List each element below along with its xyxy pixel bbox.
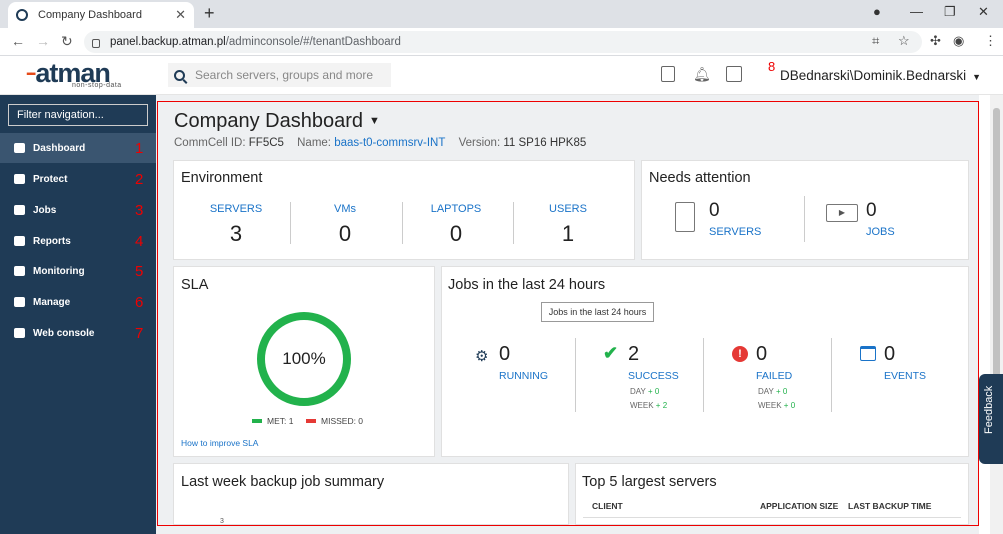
monitor-icon bbox=[14, 266, 25, 276]
restore-button[interactable]: ❐ bbox=[944, 4, 956, 20]
annotation-marker: 2 bbox=[135, 170, 144, 188]
new-tab-button[interactable]: + bbox=[204, 3, 215, 24]
site-favicon-icon bbox=[16, 9, 28, 21]
sidebar-item-protect[interactable]: Protect 2 bbox=[0, 164, 156, 194]
globe-icon bbox=[14, 328, 25, 338]
annotation-marker: 3 bbox=[135, 201, 144, 219]
storage-icon[interactable] bbox=[661, 66, 675, 82]
sliders-icon bbox=[14, 297, 25, 307]
sidebar-item-dashboard[interactable]: Dashboard 1 bbox=[0, 133, 156, 163]
url-field[interactable]: panel.backup.atman.pl/adminconsole/#/ten… bbox=[84, 31, 922, 53]
url-path: /adminconsole/#/tenantDashboard bbox=[225, 36, 401, 48]
profile-card-icon[interactable] bbox=[726, 66, 742, 82]
translate-icon[interactable]: ⌗ bbox=[872, 33, 879, 49]
close-window-button[interactable]: ✕ bbox=[978, 4, 989, 20]
annotation-highlight-box bbox=[157, 101, 979, 526]
tab-title: Company Dashboard bbox=[38, 9, 142, 21]
minimize-button[interactable]: — bbox=[910, 4, 923, 19]
gauge-icon bbox=[14, 236, 25, 246]
lock-icon bbox=[92, 38, 100, 48]
sidebar-item-monitoring[interactable]: Monitoring 5 bbox=[0, 256, 156, 286]
url-host: panel.backup.atman.pl bbox=[110, 36, 226, 48]
annotation-marker: 1 bbox=[135, 139, 144, 157]
chevron-down-icon: ▼ bbox=[972, 72, 981, 82]
annotation-marker: 7 bbox=[135, 324, 144, 342]
browser-menu-icon[interactable]: ⋮ bbox=[984, 33, 997, 49]
briefcase-icon bbox=[14, 205, 25, 215]
annotation-marker: 6 bbox=[135, 293, 144, 311]
annotation-marker: 4 bbox=[135, 232, 144, 250]
sidebar-item-jobs[interactable]: Jobs 3 bbox=[0, 195, 156, 225]
filter-navigation-input[interactable]: Filter navigation... bbox=[8, 104, 148, 126]
bookmark-star-icon[interactable]: ☆ bbox=[898, 33, 910, 49]
close-tab-icon[interactable]: ✕ bbox=[175, 7, 186, 23]
shield-icon bbox=[14, 174, 25, 184]
annotation-marker: 5 bbox=[135, 262, 144, 280]
feedback-button[interactable]: Feedback bbox=[979, 374, 1003, 464]
global-search-input[interactable]: Search servers, groups and more bbox=[168, 63, 391, 87]
sidebar-item-manage[interactable]: Manage 6 bbox=[0, 287, 156, 317]
back-button[interactable]: ← bbox=[11, 33, 25, 49]
account-icon[interactable]: ◉ bbox=[953, 33, 964, 49]
profile-menu-icon[interactable]: ● bbox=[873, 4, 881, 19]
reload-button[interactable]: ↻ bbox=[61, 33, 73, 50]
logo-tagline: non-stop-data bbox=[72, 82, 122, 89]
bell-icon[interactable]: 🔔︎ bbox=[693, 66, 711, 83]
search-icon bbox=[174, 69, 185, 81]
extensions-icon[interactable]: ✣ bbox=[930, 33, 941, 49]
annotation-marker-8: 8 bbox=[768, 59, 776, 74]
sidebar-item-web-console[interactable]: Web console 7 bbox=[0, 318, 156, 348]
forward-button[interactable]: → bbox=[36, 33, 50, 49]
chart-icon bbox=[14, 143, 25, 153]
search-placeholder: Search servers, groups and more bbox=[195, 68, 374, 82]
sidebar-item-reports[interactable]: Reports 4 bbox=[0, 226, 156, 256]
browser-tab[interactable]: Company Dashboard ✕ bbox=[8, 2, 194, 28]
user-menu[interactable]: DBednarski\Dominik.Bednarski ▼ bbox=[780, 68, 981, 83]
